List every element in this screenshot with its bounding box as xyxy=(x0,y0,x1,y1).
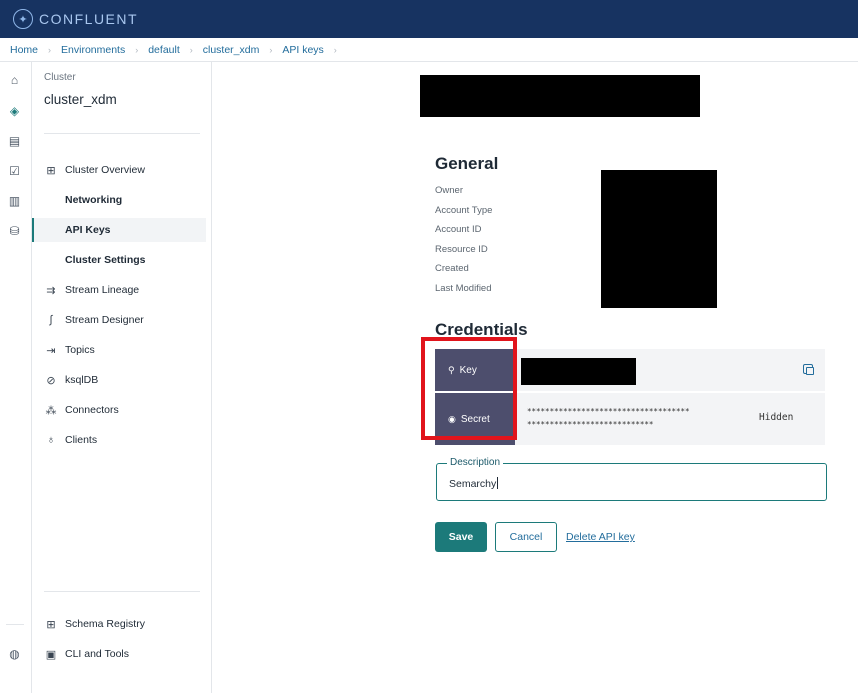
terminal-icon: ▣ xyxy=(45,648,57,661)
home-icon[interactable]: ⌂ xyxy=(7,72,22,87)
cancel-button[interactable]: Cancel xyxy=(495,522,557,552)
sidebar-item-stream-lineage[interactable]: ⇉ Stream Lineage xyxy=(32,278,206,302)
redacted-key-value xyxy=(521,358,636,385)
sidebar-item-clients[interactable]: ♁ Clients xyxy=(32,428,206,452)
sidebar-item-cli-tools[interactable]: ▣ CLI and Tools xyxy=(32,642,206,666)
sidebar-item-cluster-settings[interactable]: Cluster Settings xyxy=(32,248,206,272)
cluster-name: cluster_xdm xyxy=(44,92,117,107)
icon-rail: ⌂ ◈ ▤ ☑ ▥ ⛁ ◍ xyxy=(0,62,32,693)
schema-icon: ⊞ xyxy=(46,618,56,631)
sidebar-divider xyxy=(44,591,200,592)
sidebar-item-ksqldb[interactable]: ⊘ ksqlDB xyxy=(32,368,206,392)
highlight-box xyxy=(421,337,517,440)
sidebar-item-label: Networking xyxy=(65,194,123,206)
sidebar-item-label: Topics xyxy=(65,344,95,356)
lineage-icon: ⇉ xyxy=(46,284,56,297)
field-account-type-label: Account Type xyxy=(435,205,493,216)
chevron-right-icon: › xyxy=(48,44,52,55)
general-heading: General xyxy=(435,154,499,173)
ksqldb-icon: ⊘ xyxy=(46,374,56,387)
sidebar-item-label: Stream Designer xyxy=(65,314,144,326)
description-field[interactable]: Description Semarchy xyxy=(436,457,827,501)
breadcrumb-api-keys[interactable]: API keys xyxy=(282,44,323,56)
breadcrumb-cluster[interactable]: cluster_xdm xyxy=(203,44,260,56)
sidebar-item-schema-registry[interactable]: ⊞ Schema Registry xyxy=(32,612,206,636)
secret-line: ************************************ xyxy=(527,407,690,416)
api-key-detail: General Owner Account Type Account ID Re… xyxy=(213,62,858,693)
field-resource-id-label: Resource ID xyxy=(435,244,488,255)
breadcrumb-default[interactable]: default xyxy=(148,44,180,56)
secret-visibility-toggle[interactable]: Hidden xyxy=(759,412,793,423)
chevron-right-icon: › xyxy=(135,44,139,55)
breadcrumb: Home › Environments › default › cluster_… xyxy=(0,38,858,62)
confluent-logo-icon[interactable]: ✦ xyxy=(13,9,33,29)
sidebar-item-networking[interactable]: Networking xyxy=(32,188,206,212)
sidebar-item-api-keys[interactable]: API Keys xyxy=(32,218,206,242)
save-button[interactable]: Save xyxy=(435,522,487,552)
document-icon[interactable]: ▤ xyxy=(7,133,22,148)
description-label: Description xyxy=(447,457,504,468)
sidebar-item-label: Schema Registry xyxy=(65,618,145,630)
secret-line: **************************** xyxy=(527,420,654,429)
chevron-right-icon: › xyxy=(189,44,193,55)
topics-icon: ⇥ xyxy=(46,344,56,357)
redacted-general-values xyxy=(601,170,717,308)
rail-divider xyxy=(6,624,24,625)
breadcrumb-environments[interactable]: Environments xyxy=(61,44,125,56)
connectors-icon: ⁂ xyxy=(45,404,57,417)
text-caret xyxy=(497,477,499,489)
field-account-id-label: Account ID xyxy=(435,224,482,235)
description-input-value[interactable]: Semarchy xyxy=(449,477,499,490)
sidebar-item-stream-designer[interactable]: ∫ Stream Designer xyxy=(32,308,206,332)
field-last-modified-label: Last Modified xyxy=(435,283,492,294)
designer-icon: ∫ xyxy=(49,314,53,326)
field-created-label: Created xyxy=(435,263,469,274)
field-owner-label: Owner xyxy=(435,185,463,196)
chevron-right-icon: › xyxy=(269,44,273,55)
sidebar-item-topics[interactable]: ⇥ Topics xyxy=(32,338,206,362)
cluster-sidebar: Cluster cluster_xdm ⊞ Cluster Overview N… xyxy=(32,62,212,693)
layers-icon[interactable]: ◈ xyxy=(7,103,22,118)
copy-icon[interactable] xyxy=(803,364,814,375)
sidebar-item-label: Stream Lineage xyxy=(65,284,140,296)
chevron-right-icon: › xyxy=(333,44,337,55)
delete-api-key-link[interactable]: Delete API key xyxy=(566,531,635,543)
cluster-label: Cluster xyxy=(44,72,76,83)
top-bar: ✦ CONFLUENT xyxy=(0,0,858,38)
description-text: Semarchy xyxy=(449,478,497,490)
sidebar-item-label: ksqlDB xyxy=(65,374,99,386)
map-icon[interactable]: ▥ xyxy=(7,193,22,208)
clients-icon: ♁ xyxy=(46,434,56,446)
grid-icon: ⊞ xyxy=(46,164,56,177)
redacted-title xyxy=(420,75,700,117)
sidebar-divider xyxy=(44,133,200,134)
sidebar-item-label: API Keys xyxy=(65,224,111,236)
sidebar-item-label: CLI and Tools xyxy=(65,648,130,660)
breadcrumb-home[interactable]: Home xyxy=(10,44,38,56)
sidebar-item-label: Cluster Overview xyxy=(65,164,145,176)
brand-name[interactable]: CONFLUENT xyxy=(39,11,138,27)
sidebar-item-label: Clients xyxy=(65,434,98,446)
sidebar-item-label: Connectors xyxy=(65,404,119,416)
sidebar-item-connectors[interactable]: ⁂ Connectors xyxy=(32,398,206,422)
sidebar-item-cluster-overview[interactable]: ⊞ Cluster Overview xyxy=(32,158,206,182)
database-icon[interactable]: ⛁ xyxy=(7,223,22,238)
checklist-icon[interactable]: ☑ xyxy=(7,163,22,178)
globe-icon[interactable]: ◍ xyxy=(7,646,22,661)
sidebar-item-label: Cluster Settings xyxy=(65,254,146,266)
secret-value: ************************************ ***… xyxy=(527,405,690,431)
